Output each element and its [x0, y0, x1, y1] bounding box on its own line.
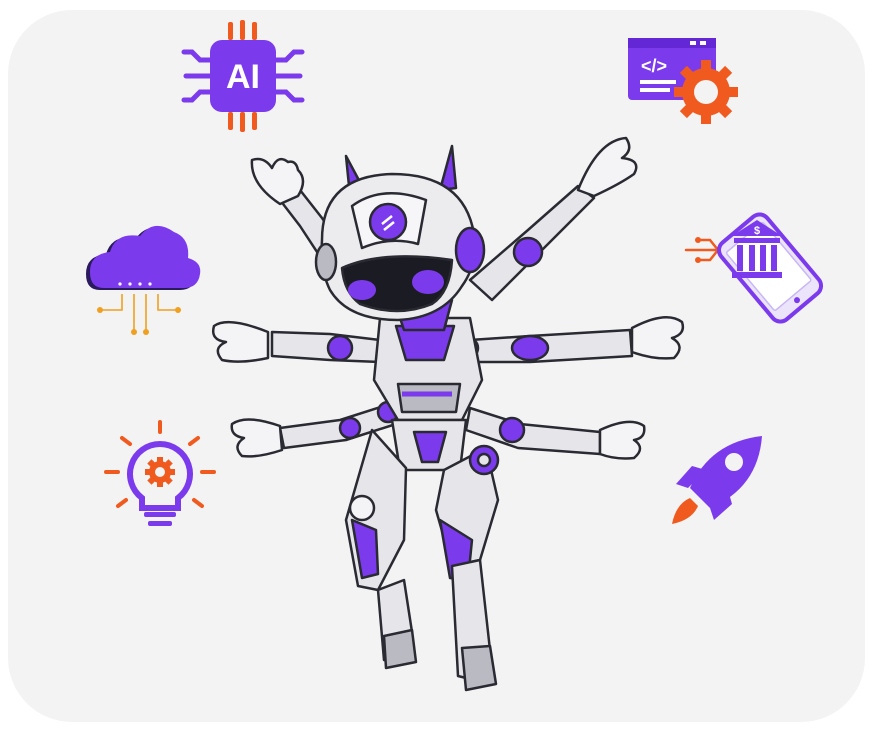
robot-leg-right [434, 444, 500, 692]
code-label: </> [641, 56, 667, 76]
lightbulb-gear-icon [104, 420, 216, 526]
cloud-network-icon [86, 225, 201, 335]
robot-leg-left [344, 428, 418, 670]
bank-dollar: $ [754, 225, 760, 237]
robot-arm-middle-left [212, 320, 382, 364]
ai-chip-label: AI [226, 58, 260, 96]
code-window-gear-icon: </> [628, 38, 738, 124]
robot-head [314, 144, 486, 322]
robot-illustration: AI </> $ [86, 20, 824, 692]
robot-torso [372, 316, 484, 472]
rocket-icon [672, 436, 762, 524]
ai-chip-icon: AI [181, 20, 305, 132]
mobile-bank-icon: $ [684, 212, 824, 324]
robot-figure [212, 136, 685, 692]
robot-arm-upper-right [468, 136, 638, 302]
robot-arm-middle-right [456, 315, 685, 364]
